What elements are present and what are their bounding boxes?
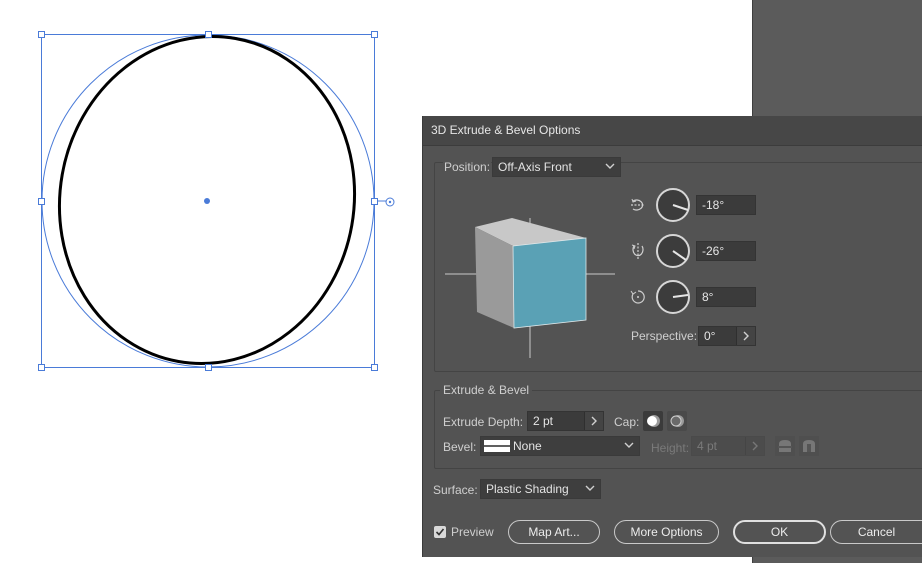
extrude-bevel-section-title: Extrude & Bevel — [440, 383, 533, 397]
chevron-down-icon — [605, 163, 615, 169]
surface-label: Surface: — [433, 483, 478, 497]
handle-top-middle[interactable] — [205, 31, 212, 38]
bevel-out-button — [775, 436, 795, 456]
cube-front-face — [513, 238, 586, 328]
perspective-slider-button[interactable] — [736, 327, 755, 345]
bevel-in-button — [799, 436, 819, 456]
surface-select-value: Plastic Shading — [486, 482, 569, 496]
chevron-down-icon — [624, 442, 634, 448]
more-options-button[interactable]: More Options — [614, 520, 719, 544]
checkmark-icon — [435, 528, 445, 536]
position-select-value: Off-Axis Front — [498, 160, 572, 174]
perspective-label: Perspective: — [631, 329, 698, 343]
chevron-down-icon — [585, 485, 595, 491]
cap-label: Cap: — [614, 415, 640, 429]
cap-on-icon — [647, 415, 660, 427]
height-slider-button — [745, 437, 764, 455]
chevron-right-icon — [743, 331, 749, 341]
rotate-z-axis-icon — [630, 290, 645, 304]
preview-label: Preview — [451, 525, 494, 539]
x-rotation-field[interactable]: -18° — [696, 195, 756, 215]
bevel-none-swatch — [484, 440, 510, 452]
handle-middle-left[interactable] — [38, 198, 45, 205]
center-point — [204, 198, 210, 204]
cap-on-button[interactable] — [643, 411, 663, 431]
handle-bottom-right[interactable] — [371, 364, 378, 371]
handle-bottom-left[interactable] — [38, 364, 45, 371]
handle-bottom-middle[interactable] — [205, 364, 212, 371]
dialog-title: 3D Extrude & Bevel Options — [431, 123, 581, 137]
cube-trackball[interactable] — [445, 216, 617, 361]
map-art-button[interactable]: Map Art... — [508, 520, 600, 544]
ok-button[interactable]: OK — [733, 520, 826, 544]
bevel-select-value: None — [513, 439, 542, 453]
handle-top-left[interactable] — [38, 31, 45, 38]
extrude-depth-label: Extrude Depth: — [443, 415, 524, 429]
extrude-depth-field[interactable]: 2 pt — [527, 411, 604, 431]
cap-off-button[interactable] — [667, 411, 687, 431]
bevel-label: Bevel: — [443, 440, 477, 454]
cap-off-icon — [670, 415, 684, 427]
position-label: Position: — [443, 160, 492, 174]
handle-top-right[interactable] — [371, 31, 378, 38]
surface-select[interactable]: Plastic Shading — [480, 479, 601, 499]
rotate-y-axis-icon — [631, 243, 644, 259]
extrude-depth-slider-button[interactable] — [584, 412, 603, 430]
bevel-out-icon — [778, 440, 792, 452]
height-label: Height: — [651, 441, 690, 455]
preview-checkbox[interactable] — [434, 526, 446, 538]
rotate-x-axis-icon — [631, 198, 645, 211]
z-rotation-dial[interactable] — [655, 279, 691, 315]
dialog-titlebar[interactable]: 3D Extrude & Bevel Options — [423, 116, 922, 146]
extrude-bevel-dialog: 3D Extrude & Bevel Options Position: Off… — [423, 116, 922, 557]
bevel-in-icon — [803, 440, 815, 452]
y-rotation-field[interactable]: -26° — [696, 241, 756, 261]
chevron-right-icon — [591, 416, 597, 426]
bevel-select[interactable]: None — [480, 436, 640, 456]
height-field: 4 pt — [691, 436, 765, 456]
position-select[interactable]: Off-Axis Front — [492, 157, 621, 177]
chevron-right-icon — [752, 441, 758, 451]
y-rotation-dial[interactable] — [655, 233, 691, 269]
x-rotation-dial[interactable] — [655, 187, 691, 223]
cancel-button[interactable]: Cancel — [830, 520, 922, 544]
perspective-field[interactable]: 0° — [698, 326, 756, 346]
handle-middle-right[interactable] — [371, 198, 378, 205]
z-rotation-field[interactable]: 8° — [696, 287, 756, 307]
